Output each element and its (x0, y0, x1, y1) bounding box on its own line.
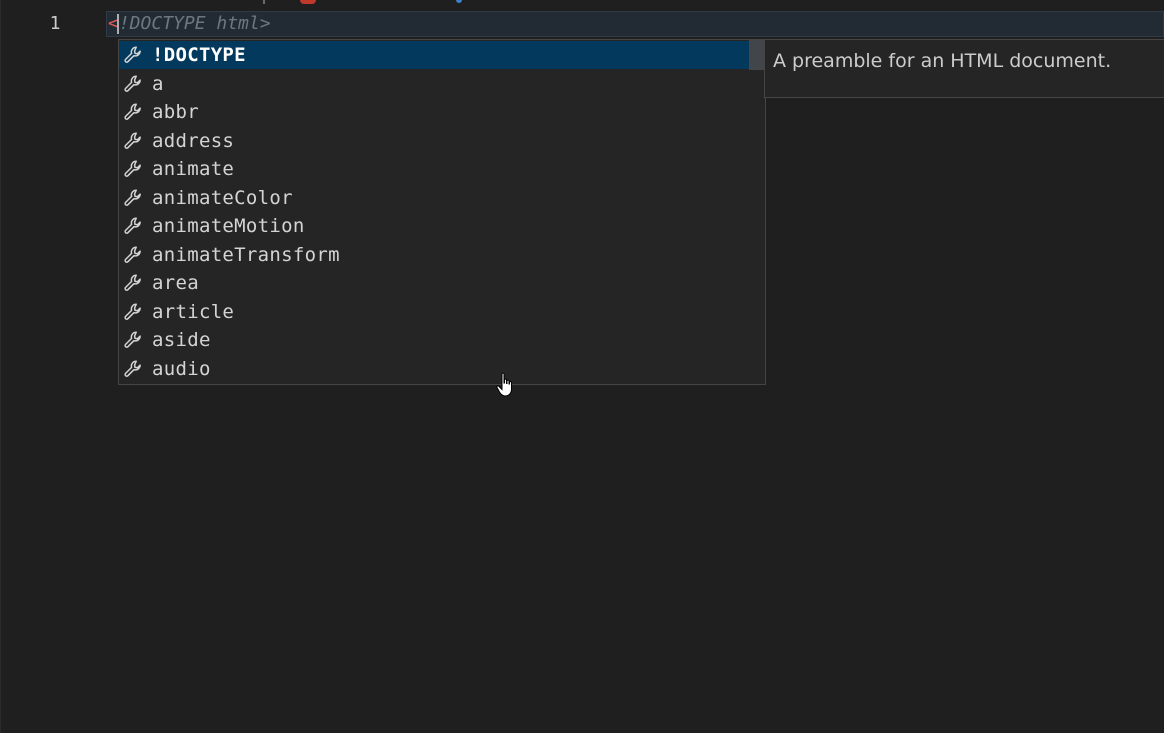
wrench-icon (122, 44, 144, 66)
suggest-item[interactable]: aside (119, 326, 749, 354)
suggest-item-label: aside (152, 329, 211, 351)
editor-left-border (0, 0, 1, 733)
suggest-item[interactable]: animate (119, 155, 749, 183)
suggest-item-label: area (152, 272, 199, 294)
suggest-item[interactable]: address (119, 127, 749, 155)
wrench-icon (122, 301, 144, 323)
suggest-item-label: animateMotion (152, 215, 305, 237)
suggest-item-label: abbr (152, 101, 199, 123)
suggest-item-label: a (152, 72, 164, 95)
suggest-details-panel: A preamble for an HTML document. (764, 39, 1164, 98)
suggest-details-text: A preamble for an HTML document. (773, 50, 1112, 72)
code-line[interactable]: <!DOCTYPE html> (108, 12, 271, 36)
suggest-item-label: !DOCTYPE (152, 44, 246, 66)
suggest-item[interactable]: a (119, 70, 749, 98)
html-file-icon (300, 0, 316, 4)
suggest-item[interactable]: article (119, 298, 749, 326)
wrench-icon (122, 272, 144, 294)
wrench-icon (122, 158, 144, 180)
wrench-icon (122, 101, 144, 123)
suggest-scrollbar[interactable] (749, 40, 764, 70)
hand-pointer-icon (496, 372, 512, 397)
suggest-item[interactable]: animateTransform (119, 241, 749, 269)
modified-dot-icon (456, 0, 462, 3)
suggest-item[interactable]: !DOCTYPE (119, 41, 749, 69)
wrench-icon (122, 329, 144, 351)
suggest-item-label: address (152, 129, 235, 152)
suggest-item-label: animateTransform (152, 243, 340, 266)
wrench-icon (122, 244, 144, 266)
suggest-item-label: animate (152, 158, 235, 180)
wrench-icon (122, 130, 144, 152)
line-number: 1 (49, 13, 61, 34)
text-cursor (117, 14, 119, 34)
suggest-item[interactable]: animateColor (119, 184, 749, 212)
suggest-item-label: article (152, 300, 235, 323)
suggest-item[interactable]: audio (119, 355, 749, 383)
suggest-item-label: animateColor (152, 186, 293, 209)
ghost-completion-text: !DOCTYPE html> (118, 13, 271, 34)
wrench-icon (122, 73, 144, 95)
wrench-icon (122, 358, 144, 380)
editor-tab-strip-edge (0, 0, 1164, 4)
suggest-item-label: audio (152, 357, 211, 380)
wrench-icon (122, 215, 144, 237)
suggest-widget[interactable]: !DOCTYPE a abbr address animate animateColor a… (118, 39, 766, 385)
suggest-item[interactable]: animateMotion (119, 212, 749, 240)
wrench-icon (122, 187, 144, 209)
suggest-item[interactable]: abbr (119, 98, 749, 126)
tab-divider (263, 0, 265, 4)
suggest-item[interactable]: area (119, 269, 749, 297)
